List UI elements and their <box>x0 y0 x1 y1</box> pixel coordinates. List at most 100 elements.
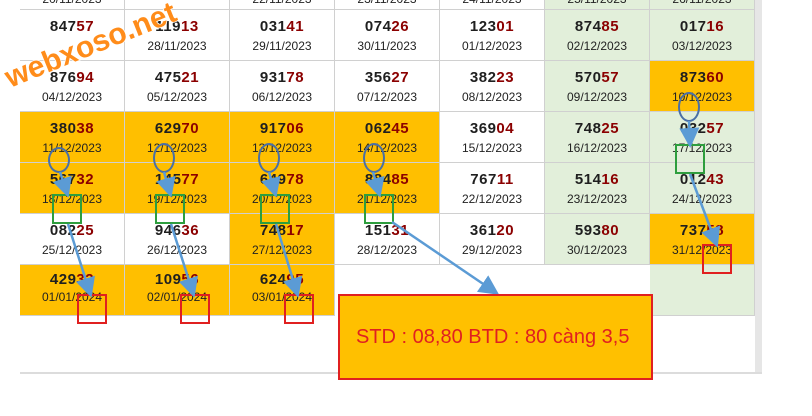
number-tail: 32 <box>76 171 95 188</box>
result-cell: 38223 08/12/2023 <box>440 61 545 112</box>
result-date: 27/12/2023 <box>251 243 313 257</box>
number-head: 369 <box>469 120 497 137</box>
result-date: 16/12/2023 <box>566 141 628 155</box>
highlight-box-green <box>260 194 290 224</box>
result-date: 02/12/2023 <box>566 39 628 53</box>
highlight-box-green <box>675 144 705 174</box>
result-date: 23/12/2023 <box>566 192 628 206</box>
number-tail: 25 <box>76 222 95 239</box>
number-tail: 11 <box>496 171 514 188</box>
result-number: 59380 <box>545 222 649 239</box>
number-head: 382 <box>469 69 497 86</box>
result-date: 28/12/2023 <box>356 243 418 257</box>
number-head: 429 <box>49 271 77 288</box>
result-number: 35627 <box>335 69 439 86</box>
result-cell: 26/11/2023 <box>650 0 755 10</box>
result-number: 01716 <box>650 18 754 35</box>
marker-circle <box>153 143 175 173</box>
number-head: 737 <box>679 222 707 239</box>
number-head: 017 <box>679 18 707 35</box>
number-tail: 43 <box>706 171 725 188</box>
number-tail: 70 <box>181 120 200 137</box>
number-head: 082 <box>49 222 77 239</box>
result-date: 22/11/2023 <box>230 0 334 6</box>
result-date: 02/01/2024 <box>146 290 208 304</box>
result-number: 56732 <box>20 171 124 188</box>
result-cell: 57057 09/12/2023 <box>545 61 650 112</box>
result-number: 62970 <box>125 120 229 137</box>
result-number: 57057 <box>545 69 649 86</box>
result-number: 06245 <box>335 120 439 137</box>
result-date: 24/12/2023 <box>671 192 733 206</box>
number-tail: 16 <box>706 18 725 35</box>
result-number: 94636 <box>125 222 229 239</box>
result-cell: 74825 16/12/2023 <box>545 112 650 163</box>
result-cell: 03141 29/11/2023 <box>230 10 335 61</box>
highlight-box-red <box>284 294 314 324</box>
result-number: 64978 <box>230 171 334 188</box>
result-number: 15131 <box>335 222 439 239</box>
number-tail: 56 <box>181 271 200 288</box>
result-date: 13/12/2023 <box>251 141 313 155</box>
number-head: 151 <box>364 222 392 239</box>
result-date: 29/12/2023 <box>461 243 523 257</box>
number-tail: 58 <box>706 222 725 239</box>
number-tail: 38 <box>76 120 95 137</box>
highlight-box-green <box>155 194 185 224</box>
result-number: 38223 <box>440 69 544 86</box>
result-date: 26/11/2023 <box>650 0 754 6</box>
number-head: 884 <box>364 171 392 188</box>
result-number: 36120 <box>440 222 544 239</box>
number-head: 917 <box>259 120 287 137</box>
result-cell: 93178 06/12/2023 <box>230 61 335 112</box>
highlight-box-red <box>702 244 732 274</box>
number-tail: 25 <box>601 120 620 137</box>
result-cell: 62970 12/12/2023 <box>125 112 230 163</box>
result-date: 25/11/2023 <box>545 0 649 6</box>
number-tail: 57 <box>601 69 620 86</box>
number-tail: 80 <box>601 222 620 239</box>
result-cell: 22/11/2023 <box>230 0 335 10</box>
result-cell: 07426 30/11/2023 <box>335 10 440 61</box>
number-head: 123 <box>469 18 497 35</box>
number-head: 032 <box>679 120 707 137</box>
result-cell: 12301 01/12/2023 <box>440 10 545 61</box>
highlight-box-red <box>180 294 210 324</box>
result-cell: 23/11/2023 <box>335 0 440 10</box>
number-head: 356 <box>364 69 392 86</box>
number-head: 931 <box>259 69 287 86</box>
number-tail: 95 <box>286 271 305 288</box>
number-head: 567 <box>49 171 77 188</box>
result-number: 76711 <box>440 171 544 188</box>
result-cell: 35627 07/12/2023 <box>335 61 440 112</box>
number-head: 624 <box>259 271 287 288</box>
result-number: 38038 <box>20 120 124 137</box>
result-cell: 87485 02/12/2023 <box>545 10 650 61</box>
number-head: 593 <box>574 222 602 239</box>
callout-text: STD : 08,80 BTD : 80 càng 3,5 <box>356 325 630 348</box>
result-cell: 01716 03/12/2023 <box>650 10 755 61</box>
number-tail: 60 <box>706 69 725 86</box>
number-tail: 16 <box>601 171 620 188</box>
number-head: 380 <box>49 120 77 137</box>
result-number: 51416 <box>545 171 649 188</box>
result-date: 01/01/2024 <box>41 290 103 304</box>
result-cell: 06245 14/12/2023 <box>335 112 440 163</box>
number-tail: 27 <box>391 69 410 86</box>
result-number: 07426 <box>335 18 439 35</box>
number-head: 031 <box>259 18 287 35</box>
result-date: 03/12/2023 <box>671 39 733 53</box>
number-head: 361 <box>469 222 497 239</box>
result-number: 74817 <box>230 222 334 239</box>
number-head: 074 <box>364 18 392 35</box>
result-date: 08/12/2023 <box>461 90 523 104</box>
number-tail: 85 <box>391 171 410 188</box>
number-head: 874 <box>574 18 602 35</box>
result-date: 25/12/2023 <box>41 243 103 257</box>
scroll-edge <box>755 0 762 374</box>
result-cell: 24/11/2023 <box>440 0 545 10</box>
marker-circle <box>48 147 70 173</box>
result-date: 03/01/2024 <box>251 290 313 304</box>
number-tail: 85 <box>601 18 620 35</box>
result-number: 87360 <box>650 69 754 86</box>
